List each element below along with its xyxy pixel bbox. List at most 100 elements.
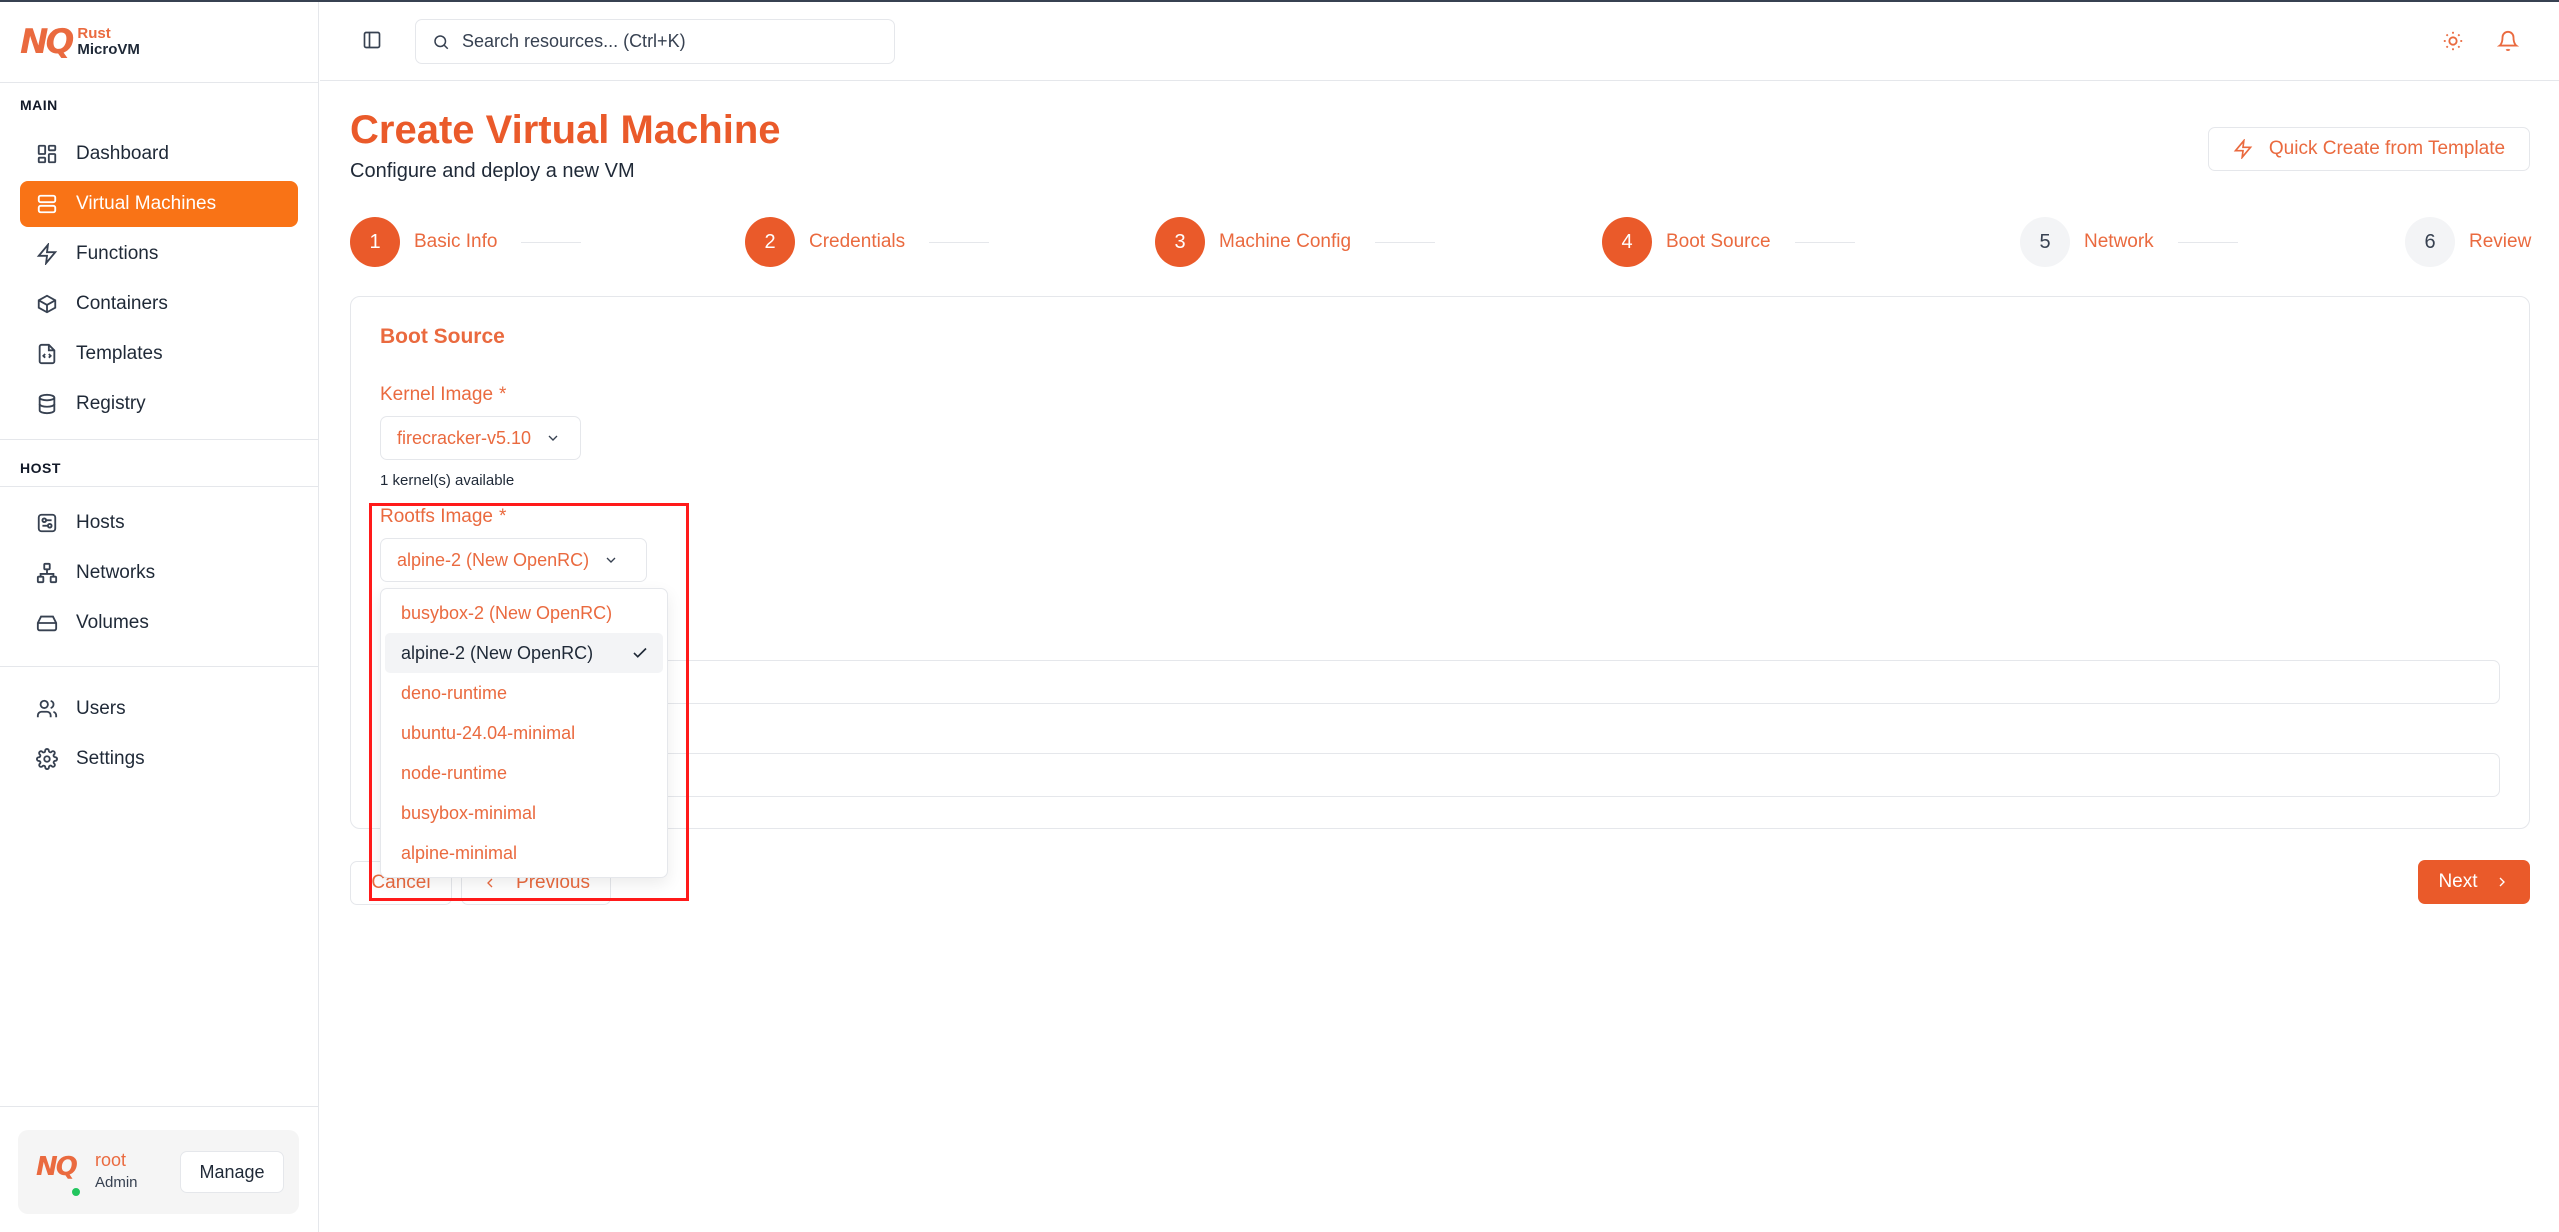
dropdown-option[interactable]: alpine-minimal: [385, 833, 663, 873]
step-connector: [521, 241, 582, 243]
avatar: NQ: [36, 1152, 78, 1182]
server-icon: [36, 193, 58, 215]
kernel-image-label: Kernel Image *: [380, 384, 506, 406]
step-credentials[interactable]: 2 Credentials: [745, 217, 990, 267]
logo-line1: Rust: [77, 25, 111, 42]
boot-source-card: [350, 296, 2530, 829]
step-basic-info[interactable]: 1 Basic Info: [350, 217, 582, 267]
sidebar-item-hosts[interactable]: Hosts: [20, 500, 298, 546]
user-card: NQ root Admin Manage: [18, 1130, 299, 1214]
notification-bell-icon[interactable]: [2496, 30, 2520, 52]
sidebar-divider: [0, 1106, 318, 1107]
sidebar-item-label: Networks: [76, 562, 156, 583]
sidebar-item-settings[interactable]: Settings: [20, 736, 298, 782]
dropdown-option-label: alpine-2 (New OpenRC): [401, 642, 594, 663]
required-marker: *: [499, 506, 507, 527]
sidebar-divider: [0, 666, 318, 667]
step-review[interactable]: 6 Review: [2405, 217, 2531, 267]
kernel-image-value: firecracker-v5.10: [397, 427, 532, 448]
file-code-icon: [36, 343, 58, 365]
sidebar-item-users[interactable]: Users: [20, 686, 298, 732]
dropdown-option[interactable]: ubuntu-24.04-minimal: [385, 713, 663, 753]
rootfs-image-label: Rootfs Image *: [380, 506, 506, 528]
next-button[interactable]: Next: [2418, 860, 2530, 904]
database-icon: [36, 393, 58, 415]
dropdown-option[interactable]: busybox-minimal: [385, 793, 663, 833]
sidebar-item-virtual-machines[interactable]: Virtual Machines: [20, 181, 298, 227]
step-machine-config[interactable]: 3 Machine Config: [1155, 217, 1436, 267]
form-input-field[interactable]: [380, 660, 2500, 704]
dropdown-option-selected[interactable]: alpine-2 (New OpenRC): [385, 633, 663, 673]
users-icon: [36, 698, 58, 720]
dropdown-option[interactable]: deno-runtime: [385, 673, 663, 713]
step-connector: [1794, 241, 1855, 243]
hard-drive-icon: [36, 612, 58, 634]
step-label: Machine Config: [1219, 231, 1352, 252]
network-icon: [36, 562, 58, 584]
sidebar-item-label: Hosts: [76, 512, 125, 533]
sidebar-item-functions[interactable]: Functions: [20, 231, 298, 277]
search-input[interactable]: Search resources... (Ctrl+K): [415, 19, 895, 64]
step-boot-source[interactable]: 4 Boot Source: [1602, 217, 1855, 267]
next-label: Next: [2438, 871, 2478, 892]
step-connector: [2177, 241, 2238, 243]
sidebar-item-label: Functions: [76, 243, 159, 264]
chevron-down-icon: [606, 557, 616, 563]
sidebar-item-label: Containers: [76, 293, 168, 314]
sidebar: NQ Rust MicroVM MAIN Dashboard Virtual M…: [0, 2, 319, 1232]
sidebar-item-registry[interactable]: Registry: [20, 381, 298, 427]
sidebar-item-dashboard[interactable]: Dashboard: [20, 131, 298, 177]
step-number: 6: [2405, 217, 2455, 267]
section-label-host: HOST: [20, 460, 61, 476]
step-number: 5: [2020, 217, 2070, 267]
app-logo[interactable]: NQ Rust MicroVM: [20, 22, 140, 62]
theme-toggle-sun-icon[interactable]: [2442, 30, 2464, 52]
kernel-image-select[interactable]: firecracker-v5.10: [380, 416, 581, 460]
rootfs-image-label-text: Rootfs Image: [380, 506, 493, 527]
step-network[interactable]: 5 Network: [2020, 217, 2238, 267]
search-icon: [434, 34, 449, 49]
rootfs-image-select[interactable]: alpine-2 (New OpenRC): [380, 538, 647, 582]
sidebar-divider: [0, 486, 318, 487]
step-connector: [1375, 241, 1436, 243]
chevron-right-icon: [2499, 877, 2505, 887]
page-title: Create Virtual Machine: [350, 108, 781, 152]
required-marker: *: [499, 384, 507, 405]
dropdown-option[interactable]: node-runtime: [385, 753, 663, 793]
form-input-field[interactable]: [380, 753, 2500, 797]
sidebar-item-label: Volumes: [76, 612, 149, 633]
rootfs-image-value: alpine-2 (New OpenRC): [397, 549, 590, 570]
sidebar-item-templates[interactable]: Templates: [20, 331, 298, 377]
section-title: Boot Source: [380, 325, 505, 348]
manage-button[interactable]: Manage: [180, 1151, 284, 1193]
step-number: 1: [350, 217, 400, 267]
sidebar-item-label: Virtual Machines: [76, 193, 217, 214]
logo-line2: MicroVM: [77, 41, 140, 58]
quick-create-label: Quick Create from Template: [2268, 138, 2506, 159]
step-label: Boot Source: [1666, 231, 1771, 252]
zap-icon: [2233, 139, 2253, 159]
top-header: Search resources... (Ctrl+K): [320, 2, 2559, 81]
check-icon: [633, 647, 647, 658]
sidebar-divider: [0, 439, 318, 440]
step-label: Review: [2469, 231, 2532, 252]
online-status-indicator: [70, 1186, 82, 1198]
logo-divider: [0, 82, 318, 83]
sidebar-item-networks[interactable]: Networks: [20, 550, 298, 596]
sidebar-item-containers[interactable]: Containers: [20, 281, 298, 327]
sidebar-item-label: Dashboard: [76, 143, 169, 164]
step-connector: [929, 241, 990, 243]
logo-text: Rust MicroVM: [77, 26, 140, 58]
dropdown-option[interactable]: busybox-2 (New OpenRC): [385, 593, 663, 633]
search-placeholder: Search resources... (Ctrl+K): [462, 31, 686, 51]
step-number: 3: [1155, 217, 1205, 267]
quick-create-template-button[interactable]: Quick Create from Template: [2208, 127, 2530, 171]
step-number: 4: [1602, 217, 1652, 267]
sidebar-toggle-icon[interactable]: [362, 30, 382, 50]
step-label: Credentials: [809, 231, 906, 252]
sidebar-item-label: Registry: [76, 393, 146, 414]
sidebar-item-volumes[interactable]: Volumes: [20, 600, 298, 646]
kernel-image-label-text: Kernel Image: [380, 384, 494, 405]
host-icon: [36, 512, 58, 534]
zap-icon: [36, 243, 58, 265]
